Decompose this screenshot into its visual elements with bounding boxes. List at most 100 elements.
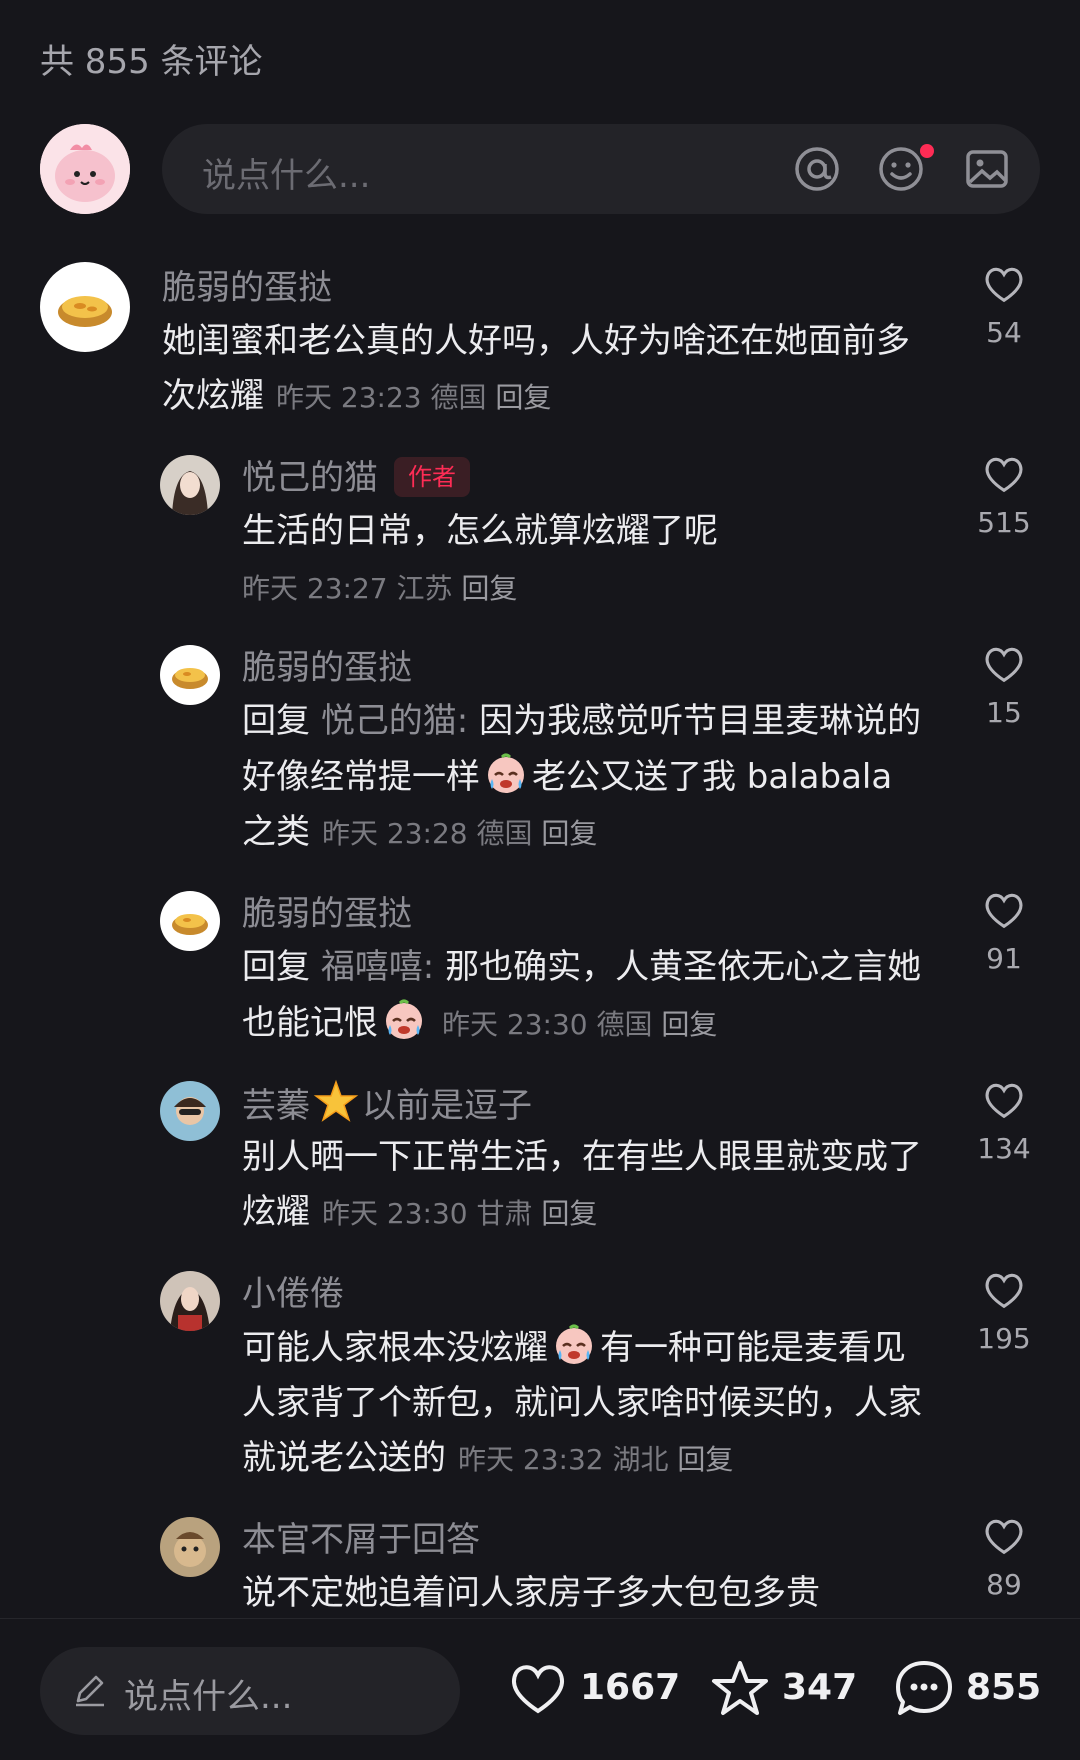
heart-icon [985, 1273, 1023, 1309]
like-count: 54 [986, 316, 1022, 349]
pencil-icon [76, 1675, 104, 1707]
like-button[interactable]: 15 [968, 642, 1040, 729]
user-avatar[interactable] [40, 262, 130, 352]
comment-meta: 昨天 23:23 德国 回复 [276, 381, 551, 414]
user-avatar[interactable] [160, 1081, 220, 1141]
comment-meta: 昨天 23:27 江苏 回复 [242, 559, 930, 619]
heart-icon [511, 1665, 565, 1714]
comment-time: 昨天 23:32 [458, 1443, 604, 1476]
comment-body: 本官不屑于回答 说不定她追着问人家房子多大包包多贵 [242, 1514, 930, 1621]
comment-body: 芸蓁 以前是逗子 别人晒一下正常生活，在有些人眼里就变成了炫耀 昨天 23:30 甘… [242, 1078, 930, 1241]
star-emoji-icon [312, 1078, 360, 1126]
reply-link[interactable]: 回复 [495, 381, 551, 414]
heart-icon [985, 647, 1023, 683]
comment-body: 小倦倦 可能人家根本没炫耀 有一种可能是麦看见人家背了个新包，就问人家啥时候买的，… [242, 1268, 930, 1487]
like-count: 89 [986, 1568, 1022, 1601]
comment-meta: 昨天 23:30 甘肃 回复 [322, 1197, 597, 1230]
username-row: 悦己的猫 作者 [242, 452, 930, 504]
comment-time: 昨天 23:30 [322, 1197, 468, 1230]
reply-link[interactable]: 回复 [677, 1443, 733, 1476]
reply-link[interactable]: 回复 [461, 572, 517, 605]
crying-emoji-icon [550, 1320, 598, 1368]
like-button[interactable]: 89 [968, 1514, 1040, 1601]
favorite-button[interactable]: 347 [708, 1657, 858, 1721]
user-avatar[interactable] [160, 1517, 220, 1577]
like-button[interactable]: 515 [968, 452, 1040, 539]
comment-meta: 昨天 23:30 德国 回复 [442, 1008, 717, 1041]
like-count: 134 [977, 1132, 1031, 1165]
username[interactable]: 本官不屑于回答 [242, 1514, 930, 1566]
like-button[interactable]: 195 [968, 1268, 1040, 1355]
like-button[interactable]: 91 [968, 888, 1040, 975]
like-count: 515 [977, 506, 1031, 539]
user-avatar[interactable] [160, 1271, 220, 1331]
comment-location: 德国 [476, 817, 533, 850]
comment-text: 生活的日常，怎么就算炫耀了呢 [242, 511, 718, 551]
comment-location: 德国 [430, 381, 487, 414]
like-total: 1667 [580, 1667, 681, 1708]
username-part: 芸蓁 [242, 1086, 310, 1126]
crying-emoji-icon [380, 995, 428, 1043]
reply-link[interactable]: 回复 [541, 817, 597, 850]
reply-prefix: 回复 [242, 947, 310, 987]
comment-meta: 昨天 23:28 德国 回复 [322, 817, 597, 850]
my-avatar[interactable] [40, 124, 130, 214]
crying-emoji-icon [482, 749, 530, 797]
comment-location: 德国 [596, 1008, 653, 1041]
comment-count-title: 共 855 条评论 [40, 42, 263, 82]
comment-text: 可能人家根本没炫耀 有一种可能是麦看见人家背了个新包，就问人家啥时候买的，人家就说… [242, 1320, 930, 1487]
comment-body: 脆弱的蛋挞 她闺蜜和老公真的人好吗，人好为啥还在她面前多次炫耀 昨天 23:23 … [162, 262, 930, 425]
bottom-comment-input[interactable]: 说点什么... [40, 1647, 460, 1735]
username[interactable]: 脆弱的蛋挞 [162, 262, 930, 314]
comment-body: 脆弱的蛋挞 回复 福嘻嘻: 那也确实，人黄圣依无心之言她也能记恨 昨天 23:30… [242, 888, 930, 1052]
at-icon[interactable] [792, 144, 842, 194]
comment-total-button[interactable]: 855 [892, 1657, 1042, 1721]
username-part: 以前是逗子 [362, 1086, 532, 1126]
reply-link[interactable]: 回复 [661, 1008, 717, 1041]
user-avatar[interactable] [160, 645, 220, 705]
comment-text: 别人晒一下正常生活，在有些人眼里就变成了炫耀 昨天 23:30 甘肃 回复 [242, 1130, 930, 1241]
username[interactable]: 芸蓁 以前是逗子 [242, 1078, 930, 1130]
reply-target-user[interactable]: 福嘻嘻: [321, 947, 434, 987]
heart-icon [985, 1083, 1023, 1119]
heart-icon [985, 267, 1023, 303]
like-total-button[interactable]: 1667 [506, 1657, 680, 1721]
username[interactable]: 小倦倦 [242, 1268, 930, 1320]
user-avatar[interactable] [160, 455, 220, 515]
comment-input-placeholder: 说点什么... [202, 156, 371, 196]
reply-target-user[interactable]: 悦己的猫: [321, 701, 468, 741]
comment-location: 湖北 [612, 1443, 669, 1476]
image-icon[interactable] [962, 144, 1012, 194]
username[interactable]: 脆弱的蛋挞 [242, 888, 930, 940]
notification-dot [920, 144, 934, 158]
comment-text: 说不定她追着问人家房子多大包包多贵 [242, 1573, 820, 1613]
reply-prefix: 回复 [242, 701, 310, 741]
heart-icon [985, 893, 1023, 929]
like-count: 195 [977, 1322, 1031, 1355]
comment-text: 回复 福嘻嘻: 那也确实，人黄圣依无心之言她也能记恨 昨天 23:30 德国 回复 [242, 940, 930, 1052]
bottom-input-placeholder: 说点什么... [124, 1677, 293, 1717]
bottom-action-bar: 说点什么... 1667 347 855 [0, 1618, 1080, 1760]
comment-body: 脆弱的蛋挞 回复 悦己的猫: 因为我感觉听节目里麦琳说的好像经常提一样 老公又送了… [242, 642, 930, 861]
comment-total: 855 [966, 1667, 1042, 1708]
comment-input[interactable]: 说点什么... [162, 124, 1040, 214]
reply-link[interactable]: 回复 [541, 1197, 597, 1230]
user-avatar[interactable] [160, 891, 220, 951]
comment-bubble-icon [896, 1661, 952, 1715]
like-count: 91 [986, 942, 1022, 975]
comment-body: 悦己的猫 作者 生活的日常，怎么就算炫耀了呢 昨天 23:27 江苏 回复 [242, 452, 930, 619]
comment-text: 她闺蜜和老公真的人好吗，人好为啥还在她面前多次炫耀 昨天 23:23 德国 回复 [162, 314, 930, 425]
like-button[interactable]: 134 [968, 1078, 1040, 1165]
author-badge: 作者 [394, 456, 470, 497]
favorite-total: 347 [782, 1667, 858, 1708]
star-icon [712, 1661, 768, 1715]
heart-icon [985, 1519, 1023, 1555]
username[interactable]: 脆弱的蛋挞 [242, 642, 930, 694]
heart-icon [985, 457, 1023, 493]
comment-text-content: 可能人家根本没炫耀 [242, 1328, 548, 1368]
emoji-icon[interactable] [876, 144, 934, 194]
username[interactable]: 悦己的猫 [242, 458, 378, 498]
like-button[interactable]: 54 [968, 262, 1040, 349]
comment-time: 昨天 23:30 [442, 1008, 588, 1041]
comment-location: 甘肃 [476, 1197, 533, 1230]
